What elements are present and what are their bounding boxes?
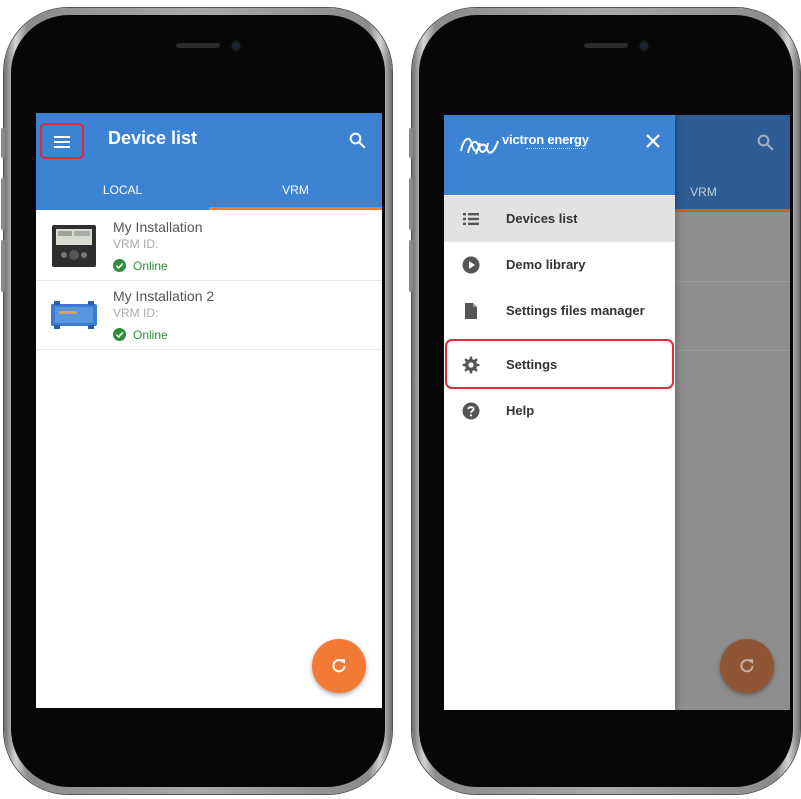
search-icon[interactable]: [348, 131, 366, 149]
phone-side-button: [1, 128, 5, 158]
device-vrm-id: VRM ID:: [113, 306, 159, 320]
drawer-item-settings-files-manager[interactable]: Settings files manager: [444, 288, 675, 334]
phone-side-button: [1, 240, 5, 292]
drawer-item-demo-library[interactable]: Demo library: [444, 242, 675, 288]
phone-bezel: VRM victron energy Devices list Demo lib…: [419, 15, 793, 787]
refresh-button: [720, 639, 774, 693]
device-row[interactable]: My Installation VRM ID: Online: [36, 213, 382, 281]
check-circle-icon: [113, 328, 126, 341]
drawer-item-label: Devices list: [506, 211, 578, 226]
phone-camera: [232, 42, 240, 50]
victron-logo: [460, 137, 499, 155]
phone-side-button: [1, 178, 5, 230]
dimmed-tab-label: VRM: [690, 185, 717, 199]
tab-bar: LOCAL VRM: [36, 169, 382, 210]
device-name: My Installation 2: [113, 288, 215, 304]
phone-speaker: [584, 43, 628, 48]
list-icon: [463, 213, 479, 225]
file-icon: [465, 303, 477, 319]
navigation-drawer-screen: VRM victron energy Devices list Demo lib…: [444, 115, 790, 710]
app-bar-title-row: Device list: [36, 113, 382, 169]
tab-vrm[interactable]: VRM: [209, 169, 382, 210]
refresh-button[interactable]: [312, 639, 366, 693]
phone-frame-right: VRM victron energy Devices list Demo lib…: [409, 8, 800, 794]
device-vrm-id: VRM ID:: [113, 237, 159, 251]
refresh-icon: [740, 659, 754, 673]
drawer-item-label: Settings files manager: [506, 303, 645, 318]
device-list-screen: Device list LOCAL VRM My Installation VR…: [36, 113, 382, 708]
venus-gx-device-icon: [51, 301, 97, 329]
tab-vrm-label: VRM: [282, 183, 309, 197]
refresh-icon: [332, 659, 346, 673]
play-circle-icon: [462, 256, 480, 274]
brand-tagline-mark: [526, 148, 586, 150]
check-circle-icon: [113, 259, 126, 272]
color-control-device-icon: [52, 225, 96, 267]
phone-frame-left: Device list LOCAL VRM My Installation VR…: [1, 8, 392, 794]
search-icon: [757, 134, 774, 151]
navigation-drawer: victron energy Devices list Demo library…: [444, 115, 675, 710]
device-status: Online: [133, 259, 168, 273]
phone-side-button: [409, 128, 413, 158]
phone-speaker: [176, 43, 220, 48]
phone-camera: [640, 42, 648, 50]
drawer-header: victron energy: [444, 115, 675, 195]
phone-side-button: [409, 240, 413, 292]
tab-local[interactable]: LOCAL: [36, 169, 209, 210]
drawer-item-label: Demo library: [506, 257, 586, 272]
drawer-item-help[interactable]: Help: [444, 388, 675, 434]
device-row[interactable]: My Installation 2 VRM ID: Online: [36, 282, 382, 350]
settings-highlight-box: [445, 339, 674, 389]
menu-button[interactable]: [40, 123, 84, 159]
drawer-item-devices-list[interactable]: Devices list: [444, 196, 675, 242]
brand-name: victron energy: [502, 132, 589, 147]
device-status: Online: [133, 328, 168, 342]
phone-bezel: Device list LOCAL VRM My Installation VR…: [11, 15, 385, 787]
tab-active-indicator: [209, 207, 382, 210]
drawer-item-label: Help: [506, 403, 535, 418]
page-title: Device list: [108, 128, 198, 148]
phone-side-button: [409, 178, 413, 230]
help-circle-icon: [462, 402, 480, 420]
close-icon[interactable]: [645, 133, 661, 149]
device-name: My Installation: [113, 219, 203, 235]
app-bar: Device list LOCAL VRM: [36, 113, 382, 210]
